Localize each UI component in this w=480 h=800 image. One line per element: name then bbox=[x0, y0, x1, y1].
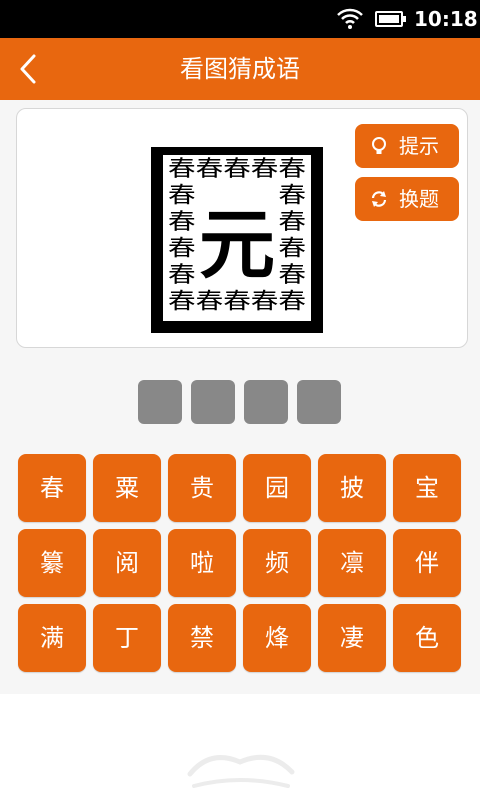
answer-slot-1[interactable] bbox=[138, 380, 182, 424]
puzzle-card: 春春春春春春 春春 春春 春春 春春春春春春 元 提示 换题 bbox=[16, 108, 468, 348]
char-key[interactable]: 凄 bbox=[318, 604, 386, 672]
char-key[interactable]: 禁 bbox=[168, 604, 236, 672]
answer-slot-4[interactable] bbox=[297, 380, 341, 424]
battery-icon bbox=[375, 11, 406, 27]
puzzle-char-row: 春春春春春 bbox=[168, 157, 306, 182]
answer-slot-3[interactable] bbox=[244, 380, 288, 424]
char-key[interactable]: 凛 bbox=[318, 529, 386, 597]
answer-slot-2[interactable] bbox=[191, 380, 235, 424]
page-title: 看图猜成语 bbox=[180, 55, 300, 83]
char-key[interactable]: 纂 bbox=[18, 529, 86, 597]
lightbulb-icon bbox=[372, 137, 386, 154]
char-key[interactable]: 粟 bbox=[93, 454, 161, 522]
char-key[interactable]: 伴 bbox=[393, 529, 461, 597]
watermark-logo bbox=[187, 754, 295, 788]
char-key[interactable]: 满 bbox=[18, 604, 86, 672]
char-key[interactable]: 烽 bbox=[243, 604, 311, 672]
char-key[interactable]: 披 bbox=[318, 454, 386, 522]
char-key[interactable]: 宝 bbox=[393, 454, 461, 522]
wifi-icon bbox=[337, 8, 363, 29]
char-key[interactable]: 丁 bbox=[93, 604, 161, 672]
switch-button-label: 换题 bbox=[399, 187, 439, 211]
char-key[interactable]: 贵 bbox=[168, 454, 236, 522]
puzzle-char-row: 春春春春春 bbox=[168, 290, 306, 315]
puzzle-image: 春春春春春春 春春 春春 春春 春春春春春春 元 bbox=[151, 147, 323, 333]
char-key[interactable]: 啦 bbox=[168, 529, 236, 597]
char-key[interactable]: 色 bbox=[393, 604, 461, 672]
hint-button[interactable]: 提示 bbox=[355, 124, 459, 168]
app-bar: 看图猜成语 bbox=[0, 38, 480, 100]
char-key[interactable]: 春 bbox=[18, 454, 86, 522]
bottom-area bbox=[0, 694, 480, 800]
hint-button-label: 提示 bbox=[399, 134, 439, 158]
status-time: 10:18 bbox=[414, 7, 478, 31]
char-key[interactable]: 阅 bbox=[93, 529, 161, 597]
switch-question-button[interactable]: 换题 bbox=[355, 177, 459, 221]
char-key[interactable]: 频 bbox=[243, 529, 311, 597]
refresh-icon bbox=[371, 191, 387, 207]
status-bar: 10:18 bbox=[0, 0, 480, 38]
puzzle-center-char: 元 bbox=[199, 200, 275, 289]
char-key[interactable]: 园 bbox=[243, 454, 311, 522]
